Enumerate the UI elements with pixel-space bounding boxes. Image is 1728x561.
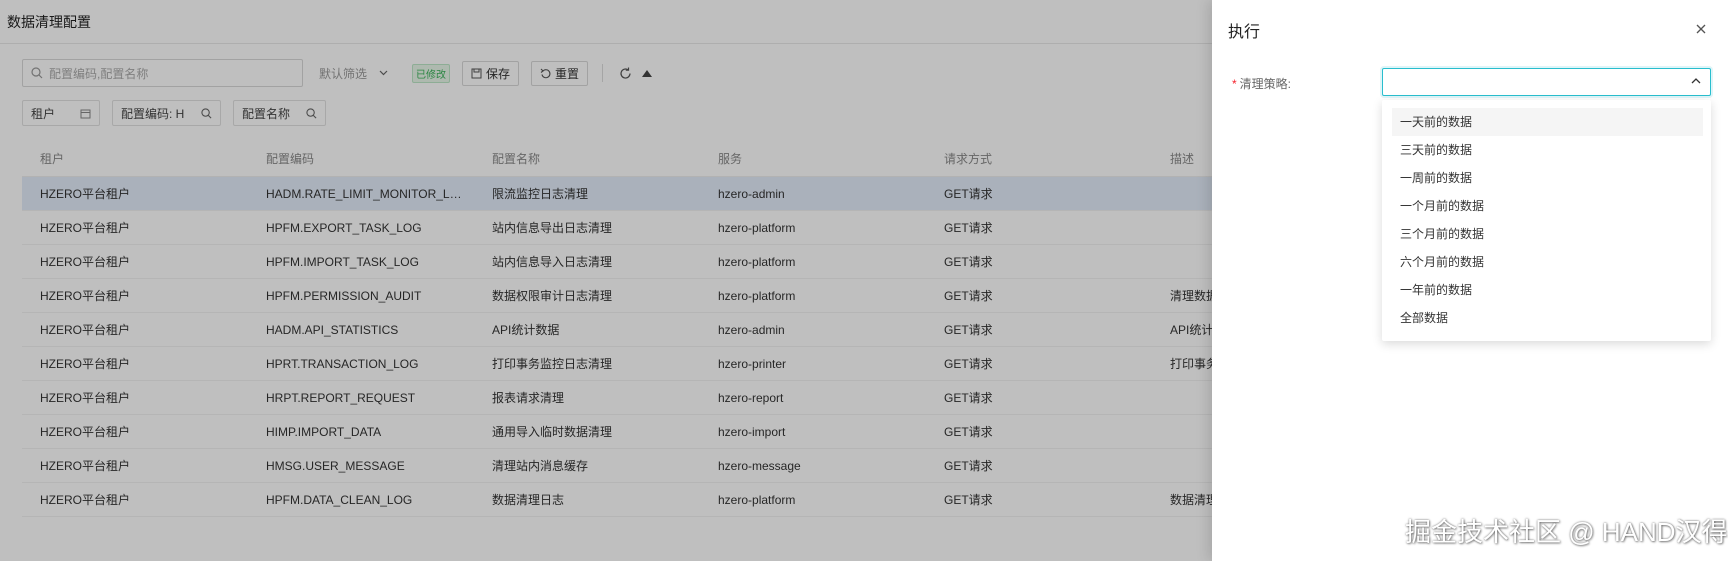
dropdown-option[interactable]: 三个月前的数据 — [1382, 220, 1711, 248]
strategy-label-text: 清理策略: — [1239, 77, 1292, 91]
dropdown-option[interactable]: 全部数据 — [1382, 304, 1711, 332]
strategy-dropdown: 一天前的数据 三天前的数据 一周前的数据 一个月前的数据 三个月前的数据 六个月前的数据一… — [1382, 100, 1711, 341]
modal-mask[interactable] — [0, 0, 1212, 561]
dropdown-option[interactable]: 一年前的数据 — [1382, 276, 1711, 304]
dropdown-option[interactable]: 三天前的数据 — [1382, 136, 1711, 164]
strategy-select[interactable] — [1382, 68, 1711, 96]
drawer-title: 执行 — [1228, 24, 1261, 41]
required-mark: * — [1232, 77, 1237, 91]
dropdown-option[interactable]: 六个月前的数据 — [1382, 248, 1711, 276]
chevron-up-icon — [1691, 78, 1701, 84]
dropdown-option[interactable]: 一周前的数据 — [1382, 164, 1711, 192]
dropdown-option[interactable]: 一个月前的数据 — [1382, 192, 1711, 220]
strategy-label: * 清理策略: — [1232, 75, 1291, 92]
close-icon[interactable] — [1694, 22, 1708, 36]
execute-drawer: 执行 * 清理策略: 一天前的数据 三天前的数据 一周前的数据 一个月前的数据 三个月前的… — [1212, 0, 1728, 561]
watermark: 掘金技术社区 @ HAND汉得 — [1405, 517, 1728, 547]
dropdown-option[interactable]: 一天前的数据 — [1392, 108, 1703, 136]
